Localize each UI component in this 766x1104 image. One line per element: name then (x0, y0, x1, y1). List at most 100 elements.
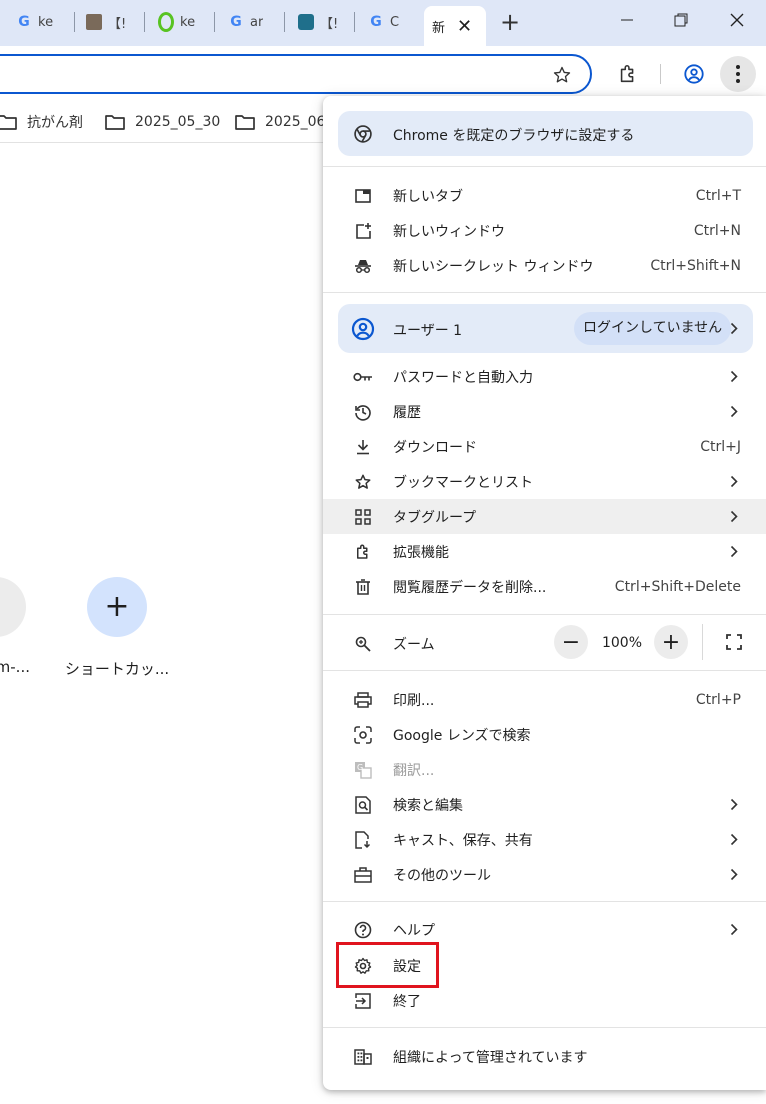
star-icon[interactable] (552, 65, 572, 85)
google-icon: G (370, 14, 382, 30)
bookmark-label: 2025_05_30 (135, 114, 221, 130)
menu-item-history[interactable]: 履歴 (323, 394, 766, 429)
zoom-out-button[interactable]: − (554, 625, 588, 659)
menu-item-label: 組織によって管理されています (393, 1049, 588, 1066)
new-tab-button[interactable]: + (494, 8, 526, 36)
add-shortcut-tile[interactable]: + ショートカッ... (57, 577, 177, 679)
menu-separator (323, 1027, 766, 1028)
menu-item-clear-data[interactable]: 閲覧履歴データを削除... Ctrl+Shift+Delete (323, 569, 766, 604)
tab-5[interactable]: 【! (290, 8, 354, 36)
tab-divider (144, 12, 145, 32)
menu-item-google-lens[interactable]: Google レンズで検索 (323, 717, 766, 752)
shortcut-text: Ctrl+Shift+Delete (614, 578, 741, 595)
bookmark-folder-3[interactable]: 2025_06_ (234, 110, 332, 134)
bookmark-folder-1[interactable]: 抗がん剤 (0, 110, 83, 134)
menu-separator (323, 670, 766, 671)
profile-button[interactable] (676, 56, 712, 92)
menu-item-label: キャスト、保存、共有 (393, 832, 533, 849)
bookmark-folder-2[interactable]: 2025_05_30 (104, 110, 220, 134)
menu-item-new-window[interactable]: 新しいウィンドウ Ctrl+N (323, 213, 766, 248)
menu-item-settings[interactable]: 設定 (323, 948, 766, 983)
tab-3[interactable]: ke (150, 8, 214, 36)
tab-4[interactable]: G ar (220, 8, 284, 36)
minimize-icon (621, 19, 633, 21)
tab-1[interactable]: G ke (8, 8, 72, 36)
menu-item-cast-save-share[interactable]: キャスト、保存、共有 (323, 822, 766, 857)
menu-item-exit[interactable]: 終了 (323, 983, 766, 1018)
menu-item-translate[interactable]: G 翻訳... (323, 752, 766, 787)
plus-symbol: + (104, 589, 130, 624)
menu-item-label: 印刷... (393, 692, 435, 709)
zoom-in-button[interactable]: + (654, 625, 688, 659)
minimize-button[interactable] (598, 0, 656, 40)
exit-icon (353, 991, 373, 1011)
menu-item-help[interactable]: ヘルプ (323, 912, 766, 947)
signin-status-badge[interactable]: ログインしていません (574, 312, 732, 345)
zoom-icon (353, 634, 373, 654)
close-tab-icon[interactable]: ✕ (457, 16, 472, 37)
google-icon: G (230, 14, 242, 30)
menu-item-tab-groups[interactable]: タブグループ (323, 499, 766, 534)
download-icon (353, 437, 373, 457)
puzzle-icon (353, 542, 373, 562)
menu-item-new-tab[interactable]: 新しいタブ Ctrl+T (323, 178, 766, 213)
star-icon (353, 472, 373, 492)
chevron-right-icon (730, 868, 738, 881)
menu-item-print[interactable]: 印刷... Ctrl+P (323, 682, 766, 717)
menu-item-extensions[interactable]: 拡張機能 (323, 534, 766, 569)
translate-icon: G (353, 760, 373, 780)
tab-active[interactable]: 新 ✕ (424, 6, 486, 46)
chevron-right-icon (730, 510, 738, 523)
menu-item-find-edit[interactable]: 検索と編集 (323, 787, 766, 822)
svg-text:G: G (357, 763, 363, 772)
menu-item-label: その他のツール (393, 867, 491, 884)
menu-item-label: 終了 (393, 993, 421, 1010)
puzzle-icon (620, 64, 634, 83)
menu-item-label: ダウンロード (393, 439, 477, 456)
menu-separator (323, 166, 766, 167)
restore-button[interactable] (652, 0, 710, 40)
close-icon (730, 13, 744, 27)
set-default-browser-button[interactable]: Chrome を既定のブラウザに設定する (338, 111, 753, 156)
menu-item-downloads[interactable]: ダウンロード Ctrl+J (323, 429, 766, 464)
tab-strip: G ke 【! ke G ar 【! G C 新 ✕ + (0, 0, 766, 46)
close-window-button[interactable] (708, 0, 766, 40)
chrome-menu: Chrome を既定のブラウザに設定する 新しいタブ Ctrl+T 新しいウィン… (323, 96, 766, 1090)
tab-title: C (390, 14, 400, 30)
shortcut-text: Ctrl+N (693, 222, 741, 239)
menu-item-label: 翻訳... (393, 762, 435, 779)
chrome-menu-button[interactable] (720, 56, 756, 92)
menu-item-label: 新しいシークレット ウィンドウ (393, 258, 594, 275)
shortcut-label: m-... (0, 658, 30, 676)
zoom-level: 100% (601, 635, 643, 651)
menu-item-bookmarks[interactable]: ブックマークとリスト (323, 464, 766, 499)
toolbox-icon (353, 865, 373, 885)
tab-6[interactable]: G C (360, 8, 424, 36)
account-icon (351, 317, 375, 341)
chevron-right-icon (730, 798, 738, 811)
tab-divider (284, 12, 285, 32)
menu-item-incognito[interactable]: 新しいシークレット ウィンドウ Ctrl+Shift+N (323, 248, 766, 283)
tab-title: 【! (108, 16, 127, 32)
address-bar[interactable] (0, 54, 592, 94)
shortcut-label: ショートカッ... (64, 660, 170, 678)
menu-item-label: パスワードと自動入力 (393, 369, 533, 386)
photo-favicon (86, 14, 102, 30)
menu-separator (323, 614, 766, 615)
tab-groups-icon (353, 507, 373, 527)
plus-icon: + (87, 577, 147, 637)
tab-title: ke (180, 14, 196, 30)
tab-2[interactable]: 【! (78, 8, 142, 36)
shortcut-tile-1[interactable]: m-... (0, 577, 40, 676)
fullscreen-button[interactable] (717, 625, 751, 659)
menu-item-passwords[interactable]: パスワードと自動入力 (323, 359, 766, 394)
menu-item-label: ズーム (393, 636, 435, 653)
tab-title: ar (250, 14, 264, 30)
menu-item-more-tools[interactable]: その他のツール (323, 857, 766, 892)
profile-row[interactable]: ユーザー 1 ログインしていません (338, 304, 753, 353)
menu-item-managed[interactable]: 組織によって管理されています (323, 1039, 766, 1074)
menu-item-label: ブックマークとリスト (393, 474, 533, 491)
chevron-right-icon (730, 405, 738, 418)
extensions-button[interactable] (610, 56, 646, 92)
toolbar-divider (660, 64, 661, 84)
